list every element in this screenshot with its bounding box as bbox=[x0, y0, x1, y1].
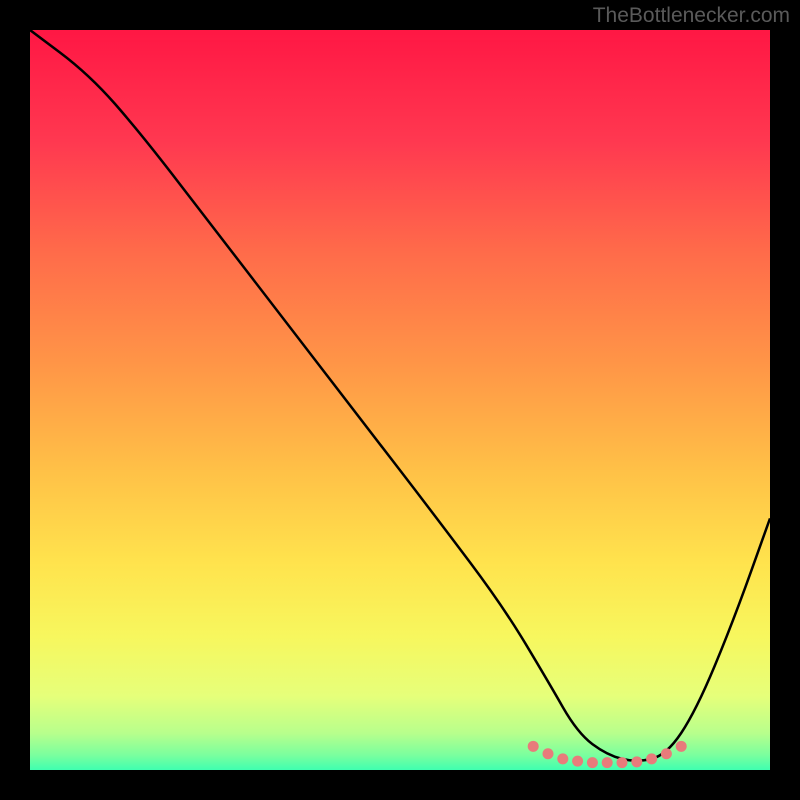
attribution-text: TheBottlenecker.com bbox=[593, 4, 790, 28]
chart-container bbox=[30, 30, 770, 770]
optimal-range-dots bbox=[30, 30, 770, 770]
